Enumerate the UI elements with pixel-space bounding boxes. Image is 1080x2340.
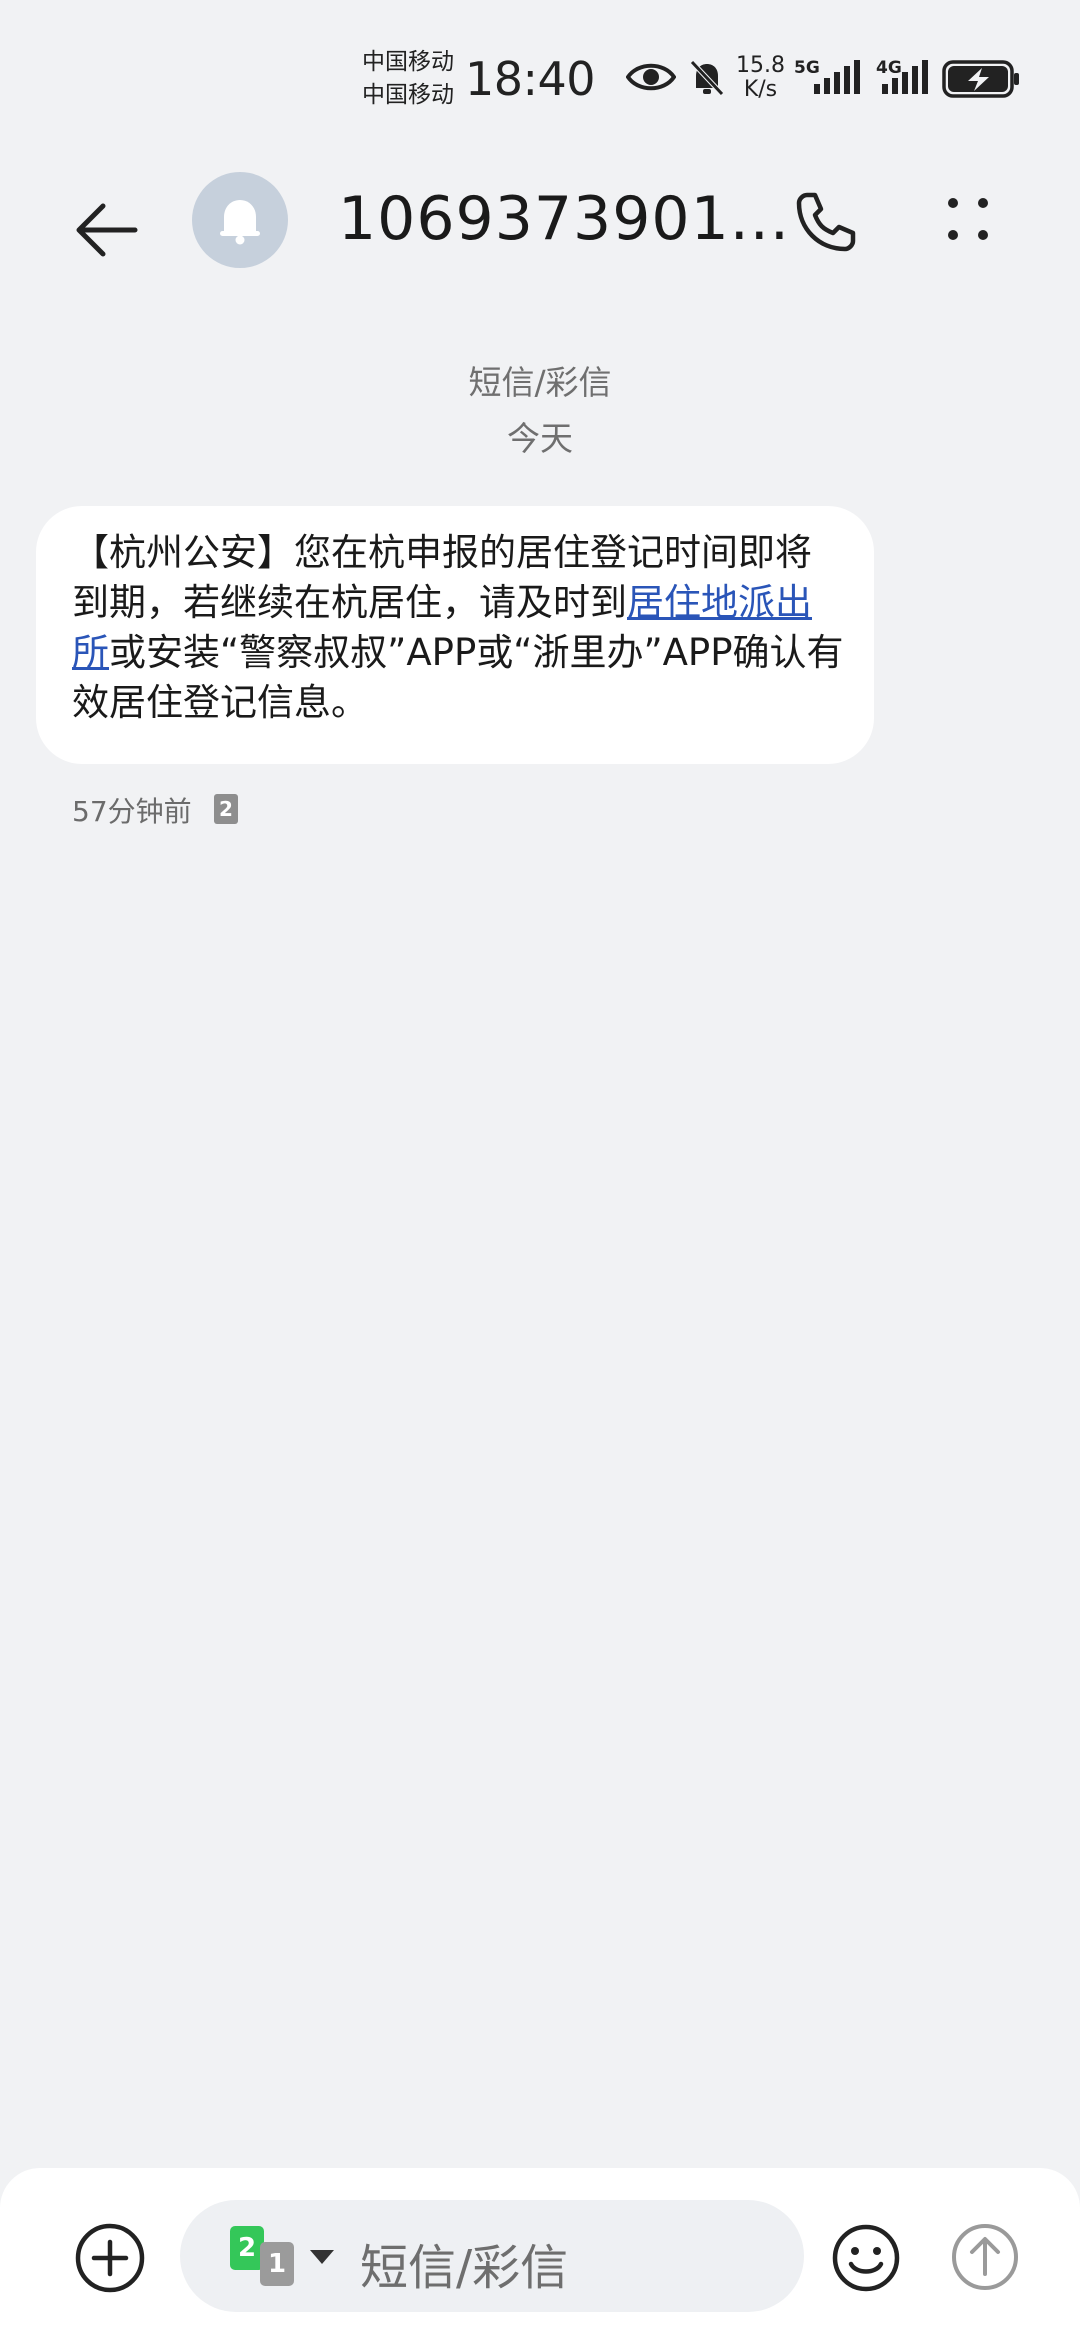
smiley-icon [832, 2224, 900, 2292]
contact-avatar[interactable] [192, 172, 288, 268]
message-text-tail: 或安装“警察叔叔”APP或“浙里办”APP确认有效居住登记信息。 [72, 631, 844, 724]
back-button[interactable] [66, 190, 146, 270]
sim-1-icon: 1 [260, 2242, 294, 2286]
message-bubble[interactable]: 【杭州公安】您在杭申报的居住登记时间即将到期，若继续在杭居住，请及时到居住地派出… [36, 506, 874, 764]
conversation-title: 1069373901... [338, 184, 790, 254]
bell-off-icon [690, 60, 724, 96]
message-input-placeholder: 短信/彩信 [360, 2240, 569, 2296]
more-options-button[interactable] [940, 186, 1000, 258]
chevron-down-icon [310, 2250, 334, 2264]
carrier-labels: 中国移动 中国移动 [362, 46, 454, 112]
message-timestamp: 57分钟前 [72, 795, 192, 828]
send-button[interactable] [950, 2222, 1020, 2292]
sim-badge: 2 [214, 794, 238, 824]
thread-type-label: 短信/彩信 [468, 363, 612, 402]
sim-2-icon: 2 [230, 2226, 264, 2270]
carrier-2: 中国移动 [362, 82, 454, 108]
send-arrow-icon [952, 2224, 1018, 2290]
eye-icon [626, 63, 676, 91]
network-speed: 15.8 K/s [736, 53, 785, 102]
bell-icon [220, 200, 260, 245]
battery-charging-icon [942, 60, 1019, 98]
call-button[interactable] [790, 186, 862, 258]
arrow-left-icon [76, 203, 138, 257]
sim-selector[interactable]: 2 1 [230, 2226, 334, 2286]
emoji-button[interactable] [830, 2222, 902, 2294]
status-bar: 中国移动 中国移动 18:40 15.8 K/s 5G 4G [0, 0, 1080, 150]
add-attachment-button[interactable] [70, 2218, 150, 2298]
status-time: 18:40 [465, 52, 596, 106]
thread-date-label: 今天 [507, 419, 573, 458]
carrier-1: 中国移动 [362, 49, 454, 75]
signal-icon [882, 60, 928, 94]
signal-icon [814, 60, 860, 94]
plus-circle-icon [75, 2223, 145, 2293]
phone-icon [796, 192, 856, 252]
